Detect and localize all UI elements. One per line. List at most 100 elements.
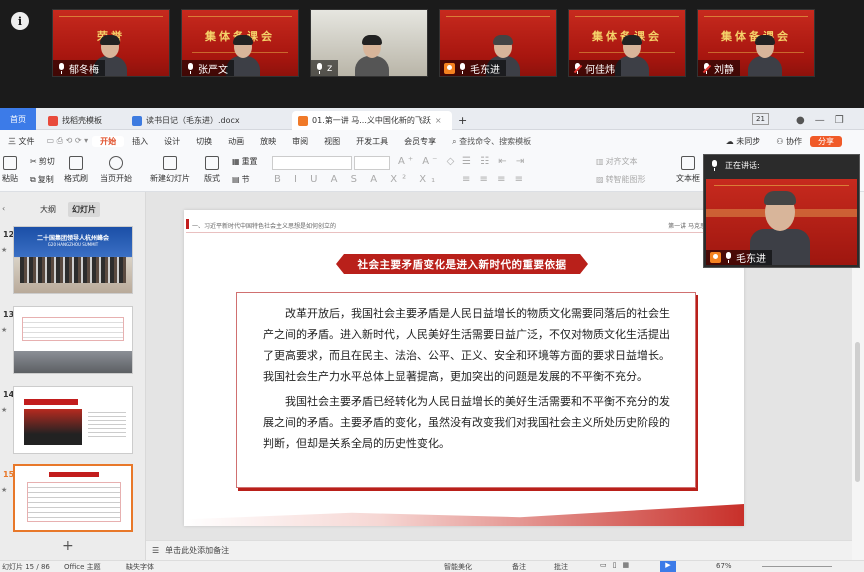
share-button[interactable]: 分享 xyxy=(810,135,842,147)
cut-label: 剪切 xyxy=(38,157,55,166)
home-tab[interactable]: 首页 xyxy=(0,108,36,130)
comments-toggle[interactable]: 批注 xyxy=(554,562,568,572)
play-from-current-button[interactable]: 当页开始 xyxy=(100,156,132,184)
tab-slides[interactable]: 幻灯片 xyxy=(68,202,100,217)
mic-muted-icon xyxy=(573,62,583,74)
restore-icon[interactable]: ❐ xyxy=(835,115,844,126)
participant-tile[interactable]: 荣誉 郁冬梅 xyxy=(52,9,170,77)
zoom-slider[interactable] xyxy=(762,566,832,567)
format-painter-button[interactable]: 格式刷 xyxy=(64,156,88,184)
participant-tile[interactable]: 毛东进 xyxy=(439,9,557,77)
align-icon: ▥ xyxy=(596,157,604,166)
scroll-thumb[interactable] xyxy=(855,342,860,482)
close-icon[interactable]: × xyxy=(435,116,442,125)
banner-decoration xyxy=(575,16,679,20)
smart-beautify[interactable]: 智能美化 xyxy=(444,562,472,572)
notes-pane[interactable]: ☰ 单击此处添加备注 xyxy=(146,540,852,560)
window-count-badge[interactable]: 21 xyxy=(752,113,769,125)
participant-tile[interactable]: 集体备课会 何佳炜 xyxy=(568,9,686,77)
menu-design[interactable]: 设计 xyxy=(156,136,188,147)
quick-access-icons[interactable]: ▭ ⎙ ⟲ ⟳ ▾ xyxy=(43,136,93,146)
menu-developer[interactable]: 开发工具 xyxy=(348,136,396,147)
collapse-icon[interactable]: ‹ xyxy=(2,204,5,213)
align-text-button[interactable]: ▥ 对齐文本 xyxy=(596,156,638,167)
slide-thumbnail-selected[interactable] xyxy=(13,464,133,532)
slide-text-box[interactable]: 改革开放后，我国社会主要矛盾是人民日益增长的物质文化需要同落后的社会生产之间的矛… xyxy=(236,292,696,488)
search-command[interactable]: ⌕ 查找命令、搜索模板 xyxy=(444,136,539,147)
sync-label: 未同步 xyxy=(736,136,761,146)
copy-icon: ⧉ xyxy=(30,174,36,184)
list-buttons[interactable]: ☰ ☷ ⇤ ⇥ xyxy=(462,156,527,167)
notes-toggle[interactable]: 备注 xyxy=(512,562,526,572)
menu-home[interactable]: 开始 xyxy=(92,135,125,147)
tab-outline[interactable]: 大纲 xyxy=(40,204,56,215)
slide-thumbnail[interactable]: 二十国集团领导人杭州峰会 G20 HANGZHOU SUMMIT xyxy=(13,226,133,294)
tab-docx[interactable]: 读书日记（毛东进）.docx xyxy=(126,111,286,130)
collab-button[interactable]: ⚇ 协作 xyxy=(768,136,810,147)
new-slide-button[interactable]: 新建幻灯片 xyxy=(150,156,190,184)
section-button[interactable]: ▤ 节 xyxy=(232,174,250,185)
tab-presentation[interactable]: 01.第一讲 马...义中国化新的飞跃 × xyxy=(292,111,452,130)
menu-transition[interactable]: 切换 xyxy=(188,136,220,147)
reset-button[interactable]: ▦ 重置 xyxy=(232,156,258,167)
zoom-level[interactable]: 67% xyxy=(716,562,732,570)
menu-file[interactable]: 三 文件 xyxy=(0,136,43,147)
missing-font[interactable]: 缺失字体 xyxy=(126,562,154,572)
align-text-label: 对齐文本 xyxy=(605,157,638,166)
sync-status[interactable]: ☁ 未同步 xyxy=(718,136,769,147)
speaker-video: 毛东进 xyxy=(706,179,857,265)
smartart-label: 转智能图形 xyxy=(605,175,646,184)
add-slide-button[interactable]: + xyxy=(62,538,74,554)
section-label: 节 xyxy=(241,175,250,184)
copy-button[interactable]: ⧉ 复制 xyxy=(30,174,54,185)
cut-button[interactable]: ✂ 剪切 xyxy=(30,156,55,167)
minimize-icon[interactable]: — xyxy=(815,115,825,126)
slide-title-banner[interactable]: 社会主要矛盾变化是进入新时代的重要依据 xyxy=(336,254,588,274)
font-size-select[interactable] xyxy=(354,156,390,170)
participant-name-tag: 刘静 xyxy=(698,60,740,76)
tab-label: 读书日记（毛东进）.docx xyxy=(146,116,240,125)
font-name-select[interactable] xyxy=(272,156,352,170)
text-box-button[interactable]: 文本框 xyxy=(676,156,700,184)
active-speaker-window[interactable]: 正在讲话: 毛东进 xyxy=(703,154,860,268)
new-tab-button[interactable]: + xyxy=(452,111,473,130)
theme-name: Office 主题 xyxy=(64,563,101,571)
slide-thumbnail[interactable] xyxy=(13,386,133,454)
smartart-button[interactable]: ▨ 转智能图形 xyxy=(596,174,646,185)
slide[interactable]: 一、习近平新时代中国特色社会主义思想是如何创立的 第一讲 马克思主义中国化 社会… xyxy=(184,210,744,526)
view-mode-icons[interactable]: ▭▯▦ xyxy=(600,561,635,569)
participant-name: 刘静 xyxy=(714,64,734,76)
paste-icon xyxy=(3,156,17,170)
brush-icon xyxy=(69,156,83,170)
paragraph-align-buttons[interactable]: ≡ ≡ ≡ ≡ xyxy=(462,174,526,185)
slide-thumbnail[interactable] xyxy=(13,306,133,374)
mic-icon xyxy=(724,252,733,263)
thumbnail-text xyxy=(88,409,126,439)
reset-icon: ▦ xyxy=(232,157,240,166)
menu-view[interactable]: 视图 xyxy=(316,136,348,147)
menu-slideshow[interactable]: 放映 xyxy=(252,136,284,147)
layout-icon xyxy=(205,156,219,170)
participant-tile[interactable]: 集体备课会 刘静 xyxy=(697,9,815,77)
font-format-buttons[interactable]: B I U A S A X² X₁ xyxy=(274,174,440,185)
layout-button[interactable]: 版式 xyxy=(204,156,220,184)
menu-member[interactable]: 会员专享 xyxy=(396,136,444,147)
presentation-file-icon xyxy=(298,115,308,126)
slide-thumbnail-panel: ‹ 大纲 幻灯片 12 ★ 二十国集团领导人杭州峰会 G20 HANGZHOU … xyxy=(0,192,146,560)
menu-insert[interactable]: 插入 xyxy=(124,136,156,147)
slide-position: 幻灯片 15 / 86 xyxy=(2,563,50,571)
participant-name: z xyxy=(327,62,333,74)
font-size-adjust[interactable]: A⁺ A⁻ ◇ xyxy=(398,156,457,167)
menu-animation[interactable]: 动画 xyxy=(220,136,252,147)
paste-button[interactable]: 粘贴 xyxy=(2,156,18,184)
mic-icon xyxy=(57,62,66,74)
tab-template[interactable]: 找稻壳模板 xyxy=(42,111,108,130)
speaker-name-tag: 毛东进 xyxy=(706,250,772,265)
word-doc-icon xyxy=(132,115,142,126)
menu-review[interactable]: 审阅 xyxy=(284,136,316,147)
user-avatar-icon[interactable]: ● xyxy=(796,115,805,126)
participant-tile[interactable]: z xyxy=(310,9,428,77)
participant-tile[interactable]: 集体备课会 张严文 xyxy=(181,9,299,77)
info-icon[interactable]: i xyxy=(11,12,29,30)
play-slideshow-icon[interactable]: ▶ xyxy=(660,561,676,572)
